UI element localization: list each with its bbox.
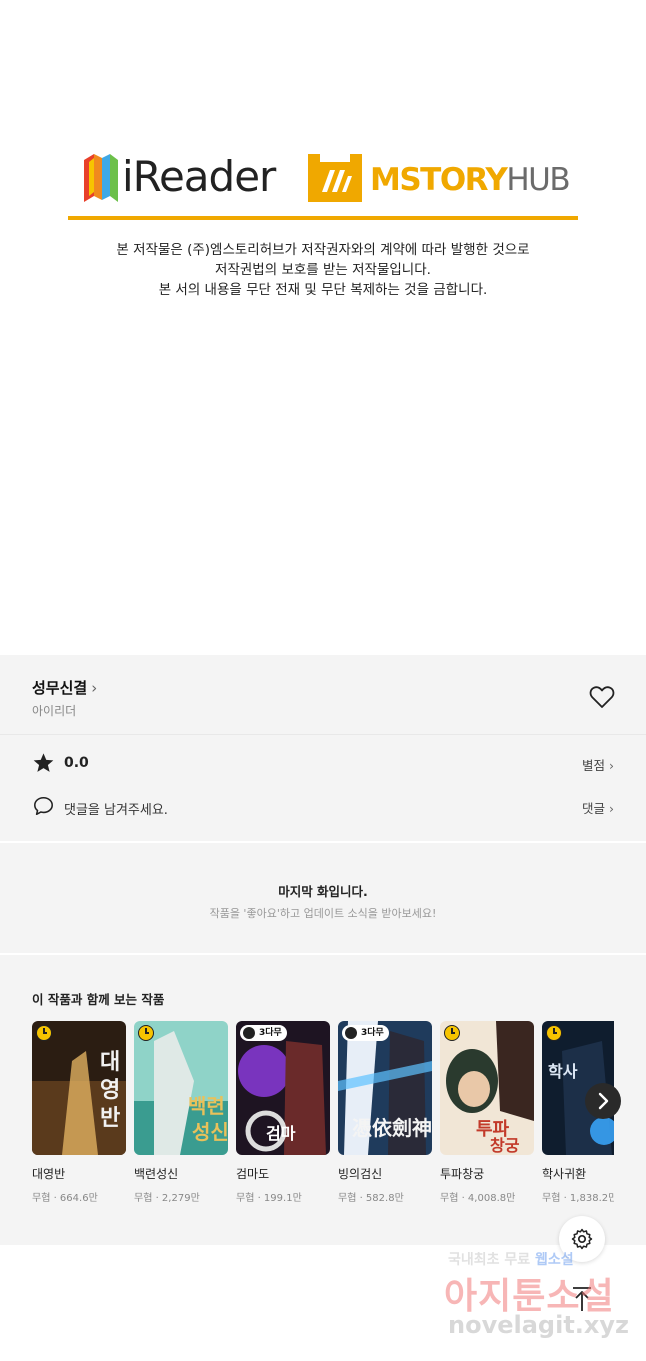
cover-thumbnail: 憑依劍神 3다무 [338,1021,432,1155]
publisher-logos: iReader MSTORYHUB [80,150,571,210]
chevron-right-icon: › [609,801,614,816]
clock-icon [138,1025,154,1041]
gold-divider [68,216,578,220]
cover-art: 투파 창궁 [440,1021,534,1155]
series-title-link[interactable]: 성무신결 › [32,677,97,698]
ireader-logo: iReader [80,150,290,206]
svg-text:대: 대 [100,1050,120,1075]
watermark-tagline-b: 웹소설 [535,1252,574,1268]
cover-thumbnail: 투파 창궁 [440,1021,534,1155]
clock-icon [345,1027,357,1039]
svg-text:백련: 백련 [188,1094,225,1118]
last-episode-subtitle: 작품을 '좋아요'하고 업데이트 소식을 받아보세요! [209,907,437,920]
cover-thumbnail: 검마 3다무 [236,1021,330,1155]
card-title: 백련성신 [134,1167,179,1181]
card-meta: 무협 · 4,008.8만 [440,1193,516,1204]
recommendations-carousel: 대 영 반 대영반 무협 · 664.6만 백련 성신 백련성신 무협 · 2,… [32,1021,614,1211]
cover-art: 대 영 반 [32,1021,126,1155]
svg-text:창궁: 창궁 [490,1136,520,1155]
section-divider [0,734,646,735]
svg-text:반: 반 [100,1106,120,1131]
carousel-next-button[interactable] [585,1083,621,1119]
card-title: 검마도 [236,1167,270,1181]
comment-prompt: 댓글을 남겨주세요. [64,803,168,818]
section-divider [0,841,646,843]
rating-link-label: 별점 [581,758,605,773]
card-title: 투파창궁 [440,1167,485,1181]
card-meta: 무협 · 664.6만 [32,1193,98,1204]
recommendation-card[interactable]: 검마 3다무 검마도 무협 · 199.1만 [236,1021,330,1204]
svg-text:영: 영 [100,1078,120,1103]
mstoryhub-wordmark: MSTORYHUB [370,162,571,198]
hub-word: HUB [506,162,570,198]
card-title: 대영반 [32,1167,66,1181]
badge-label: 3다무 [240,1025,287,1041]
series-title: 성무신결 [32,679,88,697]
svg-text:검마: 검마 [266,1124,296,1143]
clock-icon [243,1027,255,1039]
mstoryhub-mark-icon [308,154,362,202]
card-meta: 무협 · 1,838.2만 [542,1193,614,1204]
copyright-banner: iReader MSTORYHUB 본 저작물은 (주)엠스토리허브가 저작권자… [0,0,646,655]
cover-thumbnail: 백련 성신 [134,1021,228,1155]
badge-text: 3다무 [259,1028,282,1038]
publisher-name: 아이리더 [32,704,77,718]
watermark-tagline-a: 국내최초 무료 [448,1252,536,1268]
mstoryhub-logo: MSTORYHUB [308,154,571,204]
recommendation-card[interactable]: 백련 성신 백련성신 무협 · 2,279만 [134,1021,228,1204]
recommendations-heading: 이 작품과 함께 보는 작품 [32,992,165,1007]
cover-art: 백련 성신 [134,1021,228,1155]
site-watermark: 국내최초 무료 웹소설 아지툰소설 novelagit.xyz [440,1245,640,1357]
badge-label: 3다무 [342,1025,389,1041]
card-title: 학사귀환 [542,1167,587,1181]
recommendation-card[interactable]: 대 영 반 대영반 무협 · 664.6만 [32,1021,126,1204]
rating-value: 0.0 [64,755,89,771]
last-episode-title: 마지막 화입니다. [278,884,368,899]
card-meta: 무협 · 582.8만 [338,1193,404,1204]
card-meta: 무협 · 199.1만 [236,1193,302,1204]
watermark-tagline: 국내최초 무료 웹소설 [448,1249,574,1269]
episode-end-panel: 성무신결 › 아이리더 0.0 별점 › 댓글을 남겨주세요. 댓글 › 마지막 화입… [0,655,646,1245]
comment-row[interactable]: 댓글을 남겨주세요. 댓글 › [32,795,614,819]
svg-text:憑依劍神: 憑依劍神 [352,1116,432,1140]
chevron-right-icon: › [91,679,98,697]
chevron-right-icon: › [609,758,614,773]
ireader-book-icon [84,154,118,202]
clock-icon [444,1025,460,1041]
comment-link[interactable]: 댓글 › [582,798,614,817]
svg-text:학사: 학사 [548,1062,578,1081]
recommendation-card[interactable]: 憑依劍神 3다무 빙의검신 무협 · 582.8만 [338,1021,432,1204]
cover-thumbnail: 대 영 반 [32,1021,126,1155]
notice-line: 본 서의 내용을 무단 전재 및 무단 복제하는 것을 금합니다. [158,282,488,298]
clock-icon [546,1025,562,1041]
star-icon [33,753,54,772]
heart-outline-icon[interactable] [589,685,615,709]
svg-text:성신: 성신 [192,1120,228,1144]
clock-icon [36,1025,52,1041]
card-title: 빙의검신 [338,1167,383,1181]
section-divider [0,953,646,955]
notice-line: 저작권법의 보호를 받는 저작물입니다. [215,262,431,278]
notice-line: 본 저작물은 (주)엠스토리허브가 저작권자와의 계약에 따라 발행한 것으로 [116,242,530,258]
watermark-url: novelagit.xyz [448,1311,630,1339]
cover-art: 憑依劍神 [338,1021,432,1155]
copyright-notice: 본 저작물은 (주)엠스토리허브가 저작권자와의 계약에 따라 발행한 것으로 … [60,240,586,300]
cover-art: 검마 [236,1021,330,1155]
comment-bubble-icon [34,796,53,816]
mstory-word: MSTORY [370,162,508,198]
ireader-wordmark: iReader [122,152,276,201]
card-meta: 무협 · 2,279만 [134,1193,200,1204]
comment-link-label: 댓글 [581,801,605,816]
badge-text: 3다무 [361,1028,384,1038]
rating-link[interactable]: 별점 › [582,755,614,774]
recommendation-card[interactable]: 투파 창궁 투파창궁 무협 · 4,008.8만 [440,1021,534,1204]
rating-row: 0.0 별점 › [32,752,614,776]
chevron-right-icon [598,1092,609,1110]
